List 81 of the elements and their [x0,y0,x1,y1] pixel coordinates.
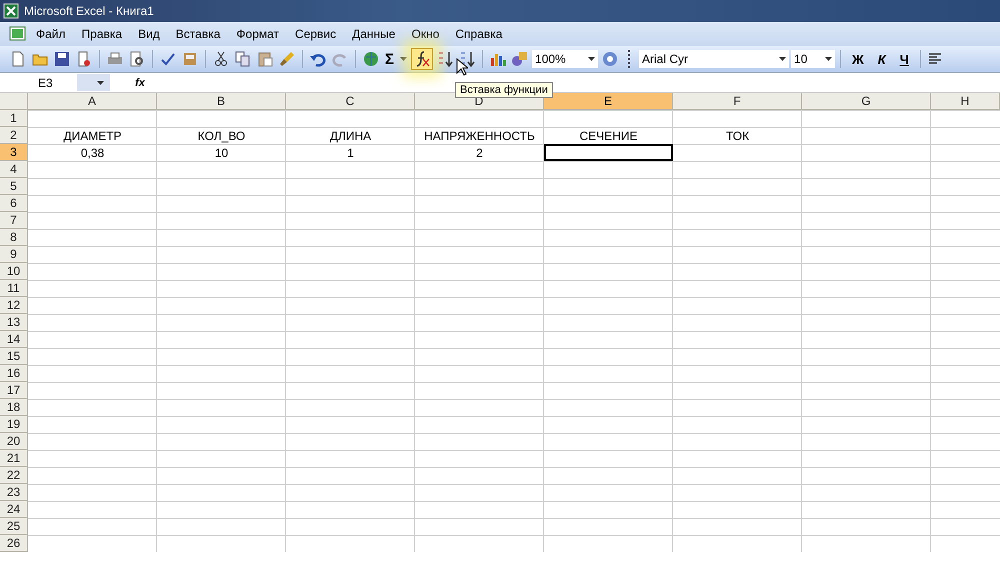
dropdown-arrow-icon[interactable] [779,57,786,61]
tooltip: Вставка функции [455,82,553,98]
dropdown-arrow-icon[interactable] [588,57,596,61]
row-header[interactable]: 26 [0,535,28,552]
row-header[interactable]: 16 [0,365,28,382]
row-header[interactable]: 9 [0,246,28,263]
row-header[interactable]: 22 [0,467,28,484]
table-cell-text: СЕЧЕНИЕ [578,128,638,144]
globe-icon[interactable] [362,50,380,68]
font-size-field[interactable]: 10 [791,50,836,68]
bold-button[interactable]: Ж [846,52,870,66]
column-header[interactable]: C [286,93,415,110]
magnifier-icon[interactable] [128,50,146,68]
row-header[interactable]: 14 [0,331,28,348]
menu-item[interactable]: Формат [228,25,288,43]
sort-descending-icon[interactable] [458,50,476,68]
row-header[interactable]: 24 [0,501,28,518]
insert-function-button[interactable] [411,48,434,70]
column-header[interactable]: G [802,93,931,110]
row-header[interactable]: 2 [0,127,28,144]
row-header[interactable]: 23 [0,484,28,501]
row-header[interactable]: 21 [0,450,28,467]
menu-item[interactable]: Справка [447,25,510,43]
menu-item[interactable]: Файл [28,25,74,43]
column-header[interactable]: E [544,93,673,110]
row-header[interactable]: 17 [0,382,28,399]
menu-item[interactable]: Данные [344,25,404,43]
table-cell-text: ДЛИНА [328,128,372,144]
active-cell[interactable] [544,144,673,161]
window-title: Microsoft Excel - Книга1 [24,4,154,18]
table-cell-text: НАПРЯЖЕННОСТЬ [423,128,536,144]
row-header[interactable]: 19 [0,416,28,433]
help-icon[interactable] [601,50,620,68]
row-header[interactable]: 7 [0,212,28,229]
row-header[interactable]: 11 [0,280,28,297]
italic-button[interactable]: К [872,52,892,66]
excel-logo-icon [3,3,19,19]
row-header[interactable]: 18 [0,399,28,416]
workbook-icon[interactable] [8,25,28,43]
menu-item[interactable]: Вид [130,25,168,43]
row-header[interactable]: 8 [0,229,28,246]
clipboard-icon[interactable] [256,50,274,68]
save-icon[interactable] [53,50,71,68]
font-field[interactable]: Arial Cyr [639,50,790,68]
menu-item[interactable]: Вставка [168,25,228,43]
row-header[interactable]: 20 [0,433,28,450]
sort-ascending-icon[interactable] [436,50,454,68]
column-header[interactable]: H [931,93,1000,110]
table-cell-text: 1 [346,144,355,161]
dropdown-arrow-icon[interactable] [97,80,104,84]
scissors-icon[interactable] [212,50,230,68]
insert-function-button[interactable]: fx [110,76,170,88]
autosum-button[interactable]: Σ [383,50,396,68]
menu-item[interactable]: Окно [403,25,448,43]
row-header[interactable]: 4 [0,161,28,178]
menu-item[interactable]: Сервис [287,25,344,43]
table-cell-text: 2 [475,144,484,161]
row-header[interactable]: 5 [0,178,28,195]
shapes-icon[interactable] [511,50,530,68]
column-header[interactable]: B [157,93,286,110]
copy-icon[interactable] [234,50,252,68]
underline-button[interactable]: Ч [894,52,915,66]
column-header[interactable]: F [673,93,802,110]
zoom-field[interactable]: 100% [532,50,598,68]
row-header[interactable]: 15 [0,348,28,365]
row-header[interactable]: 1 [0,110,28,127]
brush-icon[interactable] [278,50,296,68]
table-cell-text: КОЛ_ВО [196,128,246,144]
row-header[interactable]: 25 [0,518,28,535]
row-header[interactable]: 6 [0,195,28,212]
row-header[interactable]: 13 [0,314,28,331]
dropdown-arrow-icon[interactable] [825,57,832,61]
column-header[interactable]: A [28,93,157,110]
table-cell-text: ТОК [724,128,750,144]
table-cell-text: ДИАМЕТР [62,128,123,144]
row-header[interactable]: 10 [0,263,28,280]
table-cell-text: 10 [214,144,230,161]
row-header[interactable]: 3 [0,144,28,161]
row-header[interactable]: 12 [0,297,28,314]
table-cell-text: 0,38 [80,144,106,161]
menu-item[interactable]: Правка [74,25,130,43]
